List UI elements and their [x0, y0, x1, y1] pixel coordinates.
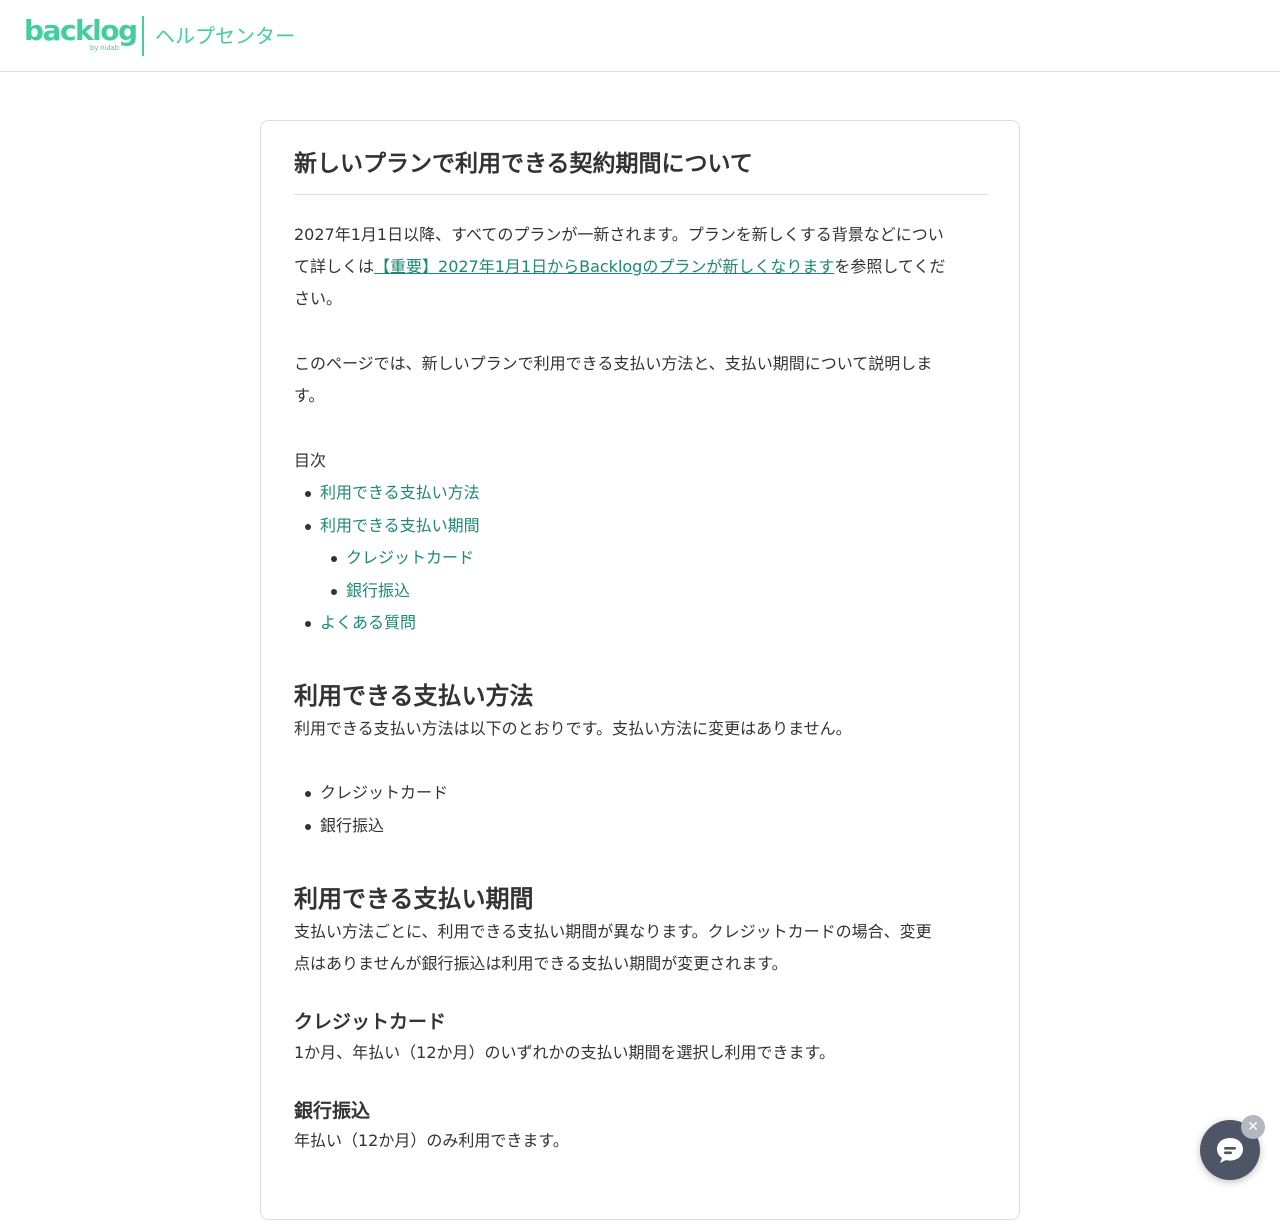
intro-line-2: て詳しくは【重要】2027年1月1日からBacklogのプランが新しくなりますを… — [294, 251, 988, 283]
payment-methods-list: クレジットカード 銀行振込 — [294, 777, 988, 842]
credit-card-heading: クレジットカード — [294, 1011, 447, 1033]
toc-item: よくある質問 — [294, 607, 988, 640]
intro-line-1: 2027年1月1日以降、すべてのプランが一新されます。プランを新しくする背景など… — [294, 225, 944, 244]
table-of-contents: 利用できる支払い方法 利用できる支払い期間 クレジットカード 銀行振込 よくある… — [294, 477, 988, 640]
article-card: 新しいプランで利用できる契約期間について 2027年1月1日以降、すべてのプラン… — [260, 120, 1020, 1220]
payment-periods-text: 支払い方法ごとに、利用できる支払い期間が異なります。クレジットカードの場合、変更… — [294, 916, 988, 980]
list-item: 銀行振込 — [294, 810, 988, 843]
toc-item: 銀行振込 — [294, 575, 988, 608]
toc-item: 利用できる支払い期間 — [294, 510, 988, 543]
overview-line-1: このページでは、新しいプランで利用できる支払い方法と、支払い期間について説明しま — [294, 354, 933, 373]
intro-line-2-pre: て詳しくは — [294, 257, 375, 276]
chat-close-button[interactable]: ✕ — [1241, 1115, 1265, 1139]
toc-link-bank-transfer[interactable]: 銀行振込 — [346, 581, 410, 600]
toc-link-payment-periods[interactable]: 利用できる支払い期間 — [320, 516, 480, 535]
payment-periods-heading: 利用できる支払い期間 — [294, 885, 534, 913]
payment-methods-heading: 利用できる支払い方法 — [294, 682, 534, 710]
logo-wordmark: backlog — [24, 14, 138, 47]
overview-paragraph: このページでは、新しいプランで利用できる支払い方法と、支払い期間について説明しま… — [294, 348, 988, 412]
backlog-logo[interactable]: backlog by nulab — [24, 14, 138, 56]
plan-change-notice-link[interactable]: 【重要】2027年1月1日からBacklogのプランが新しくなります — [374, 257, 834, 276]
toc-item: クレジットカード — [294, 542, 988, 575]
intro-line-2-post: を参照してくだ — [834, 257, 946, 276]
toc-label: 目次 — [294, 451, 327, 470]
intro-paragraph: 2027年1月1日以降、すべてのプランが一新されます。プランを新しくする背景など… — [294, 219, 988, 315]
credit-card-text: 1か月、年払い（12か月）のいずれかの支払い期間を選択し利用できます。 — [294, 1043, 835, 1062]
toc-item: 利用できる支払い方法 — [294, 477, 988, 510]
payment-periods-line-2: 点はありませんが銀行振込は利用できる支払い期間が変更されます。 — [294, 954, 788, 973]
intro-line-3: さい。 — [294, 289, 343, 308]
logo-byline: by nulab — [90, 44, 119, 52]
toc-link-faq[interactable]: よくある質問 — [320, 613, 416, 632]
payment-methods-text: 利用できる支払い方法は以下のとおりです。支払い方法に変更はありません。 — [294, 719, 852, 738]
page-title: 新しいプランで利用できる契約期間について — [294, 151, 753, 177]
help-center-title[interactable]: ヘルプセンター — [155, 23, 295, 49]
toc-link-credit-card[interactable]: クレジットカード — [346, 548, 474, 567]
site-header: backlog by nulab ヘルプセンター — [0, 0, 1280, 72]
overview-line-2: す。 — [294, 386, 325, 405]
title-divider — [294, 194, 988, 195]
bank-transfer-heading: 銀行振込 — [294, 1100, 371, 1122]
list-item: クレジットカード — [294, 777, 988, 810]
chat-bubble-icon — [1217, 1138, 1243, 1163]
toc-link-payment-methods[interactable]: 利用できる支払い方法 — [320, 483, 480, 502]
header-divider — [142, 16, 144, 56]
payment-periods-line-1: 支払い方法ごとに、利用できる支払い期間が異なります。クレジットカードの場合、変更 — [294, 922, 932, 941]
bank-transfer-text: 年払い（12か月）のみ利用できます。 — [294, 1131, 569, 1150]
